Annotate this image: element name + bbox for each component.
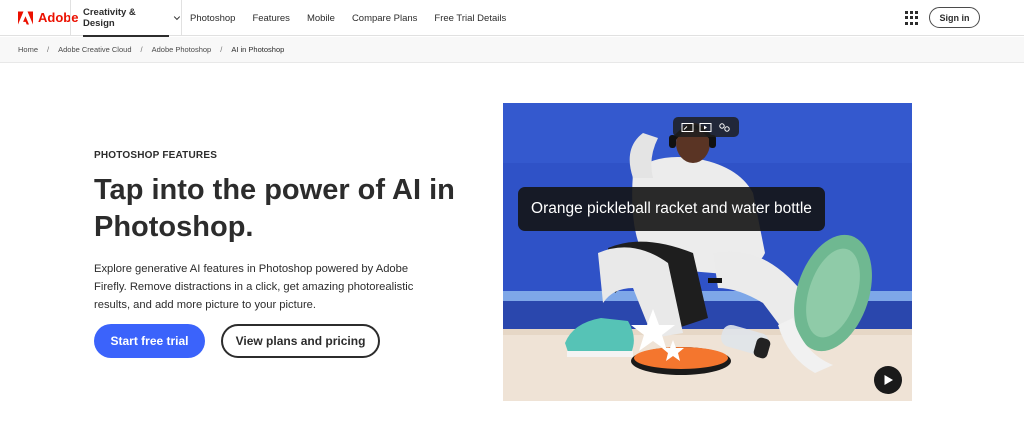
- hero-eyebrow: PHOTOSHOP FEATURES: [94, 150, 218, 161]
- breadcrumb-photoshop[interactable]: Adobe Photoshop: [152, 45, 212, 54]
- hero-description: Explore generative AI features in Photos…: [94, 263, 414, 311]
- hero-photo: [503, 103, 912, 401]
- breadcrumb: Home / Adobe Creative Cloud / Adobe Phot…: [0, 37, 1024, 63]
- hero-headline: Tap into the power of AI in Photoshop.: [94, 174, 455, 243]
- remove-tool-icon[interactable]: [718, 122, 731, 133]
- nav-link-photoshop[interactable]: Photoshop: [190, 13, 235, 24]
- start-free-trial-button[interactable]: Start free trial: [94, 324, 205, 358]
- media-caption: Orange pickleball racket and water bottl…: [518, 187, 825, 231]
- play-button[interactable]: [874, 366, 902, 394]
- nav-link-free-trial-details[interactable]: Free Trial Details: [434, 13, 506, 24]
- breadcrumb-current: AI in Photoshop: [231, 45, 285, 54]
- adobe-logo-icon: [18, 11, 33, 24]
- media-toolbar: [673, 117, 739, 137]
- breadcrumb-creative-cloud[interactable]: Adobe Creative Cloud: [58, 45, 131, 54]
- nav-link-mobile[interactable]: Mobile: [307, 13, 335, 24]
- breadcrumb-separator: /: [47, 45, 50, 54]
- generative-fill-icon[interactable]: [681, 122, 694, 133]
- nav-category-label: Creativity & Design: [83, 7, 136, 29]
- breadcrumb-home[interactable]: Home: [18, 45, 38, 54]
- nav-link-compare-plans[interactable]: Compare Plans: [352, 13, 417, 24]
- chevron-down-icon: [173, 16, 181, 21]
- nav-category-dropdown[interactable]: Creativity & Design: [70, 0, 182, 37]
- app-switcher-icon[interactable]: [905, 11, 919, 25]
- breadcrumb-separator: /: [140, 45, 143, 54]
- play-icon: [884, 375, 893, 385]
- global-nav: Adobe Creativity & Design Photoshop Feat…: [0, 0, 1024, 37]
- nav-links: Photoshop Features Mobile Compare Plans …: [190, 0, 506, 36]
- sign-in-button[interactable]: Sign in: [929, 7, 980, 28]
- hero-video[interactable]: Orange pickleball racket and water bottl…: [503, 103, 912, 401]
- generative-expand-icon[interactable]: [699, 122, 712, 133]
- view-plans-button[interactable]: View plans and pricing: [221, 324, 380, 358]
- nav-link-features[interactable]: Features: [252, 13, 290, 24]
- breadcrumb-separator: /: [220, 45, 223, 54]
